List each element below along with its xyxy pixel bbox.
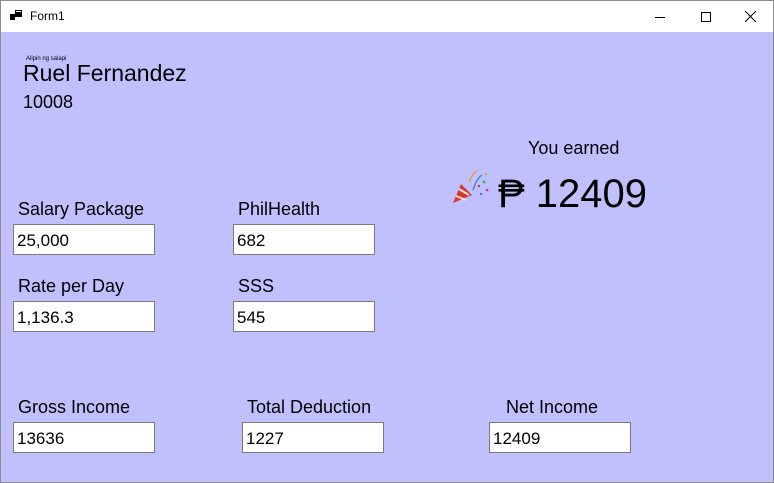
philhealth-field[interactable]: 682 [233,224,375,255]
app-icon [10,10,22,20]
minimize-button[interactable] [637,1,683,32]
close-icon [744,11,756,22]
rate-per-day-label: Rate per Day [18,276,125,296]
philhealth-label: PhilHealth [238,199,321,219]
salary-package-field[interactable]: 25,000 [13,224,155,255]
sss-field[interactable]: 545 [233,301,375,332]
close-button[interactable] [727,1,773,32]
maximize-icon [701,11,711,22]
net-income-label: Net Income [506,397,599,417]
employee-name-label: Ruel Fernandez [23,60,187,86]
form-client-area: Alipin ng salapi Ruel Fernandez 10008 Yo… [1,32,773,482]
party-popper-icon [453,170,489,203]
maximize-button[interactable] [683,1,729,32]
total-deduction-label: Total Deduction [247,397,372,417]
rate-per-day-field[interactable]: 1,136.3 [13,301,155,332]
app-window: Form1 Alipin ng salapi Ruel Fernandez 10… [0,0,774,483]
total-deduction-field[interactable]: 1227 [242,422,384,453]
earned-amount-label: ₱ 12409 [498,172,648,216]
gross-income-label: Gross Income [18,397,131,417]
minimize-icon [655,16,665,18]
window-title: Form1 [30,9,65,23]
sss-label: SSS [238,276,275,296]
you-earned-label: You earned [528,138,620,158]
net-income-field[interactable]: 12409 [489,422,631,453]
salary-package-label: Salary Package [18,199,145,219]
title-bar[interactable]: Form1 [1,1,773,32]
employee-id-label: 10008 [23,92,74,112]
gross-income-field[interactable]: 13636 [13,422,155,453]
